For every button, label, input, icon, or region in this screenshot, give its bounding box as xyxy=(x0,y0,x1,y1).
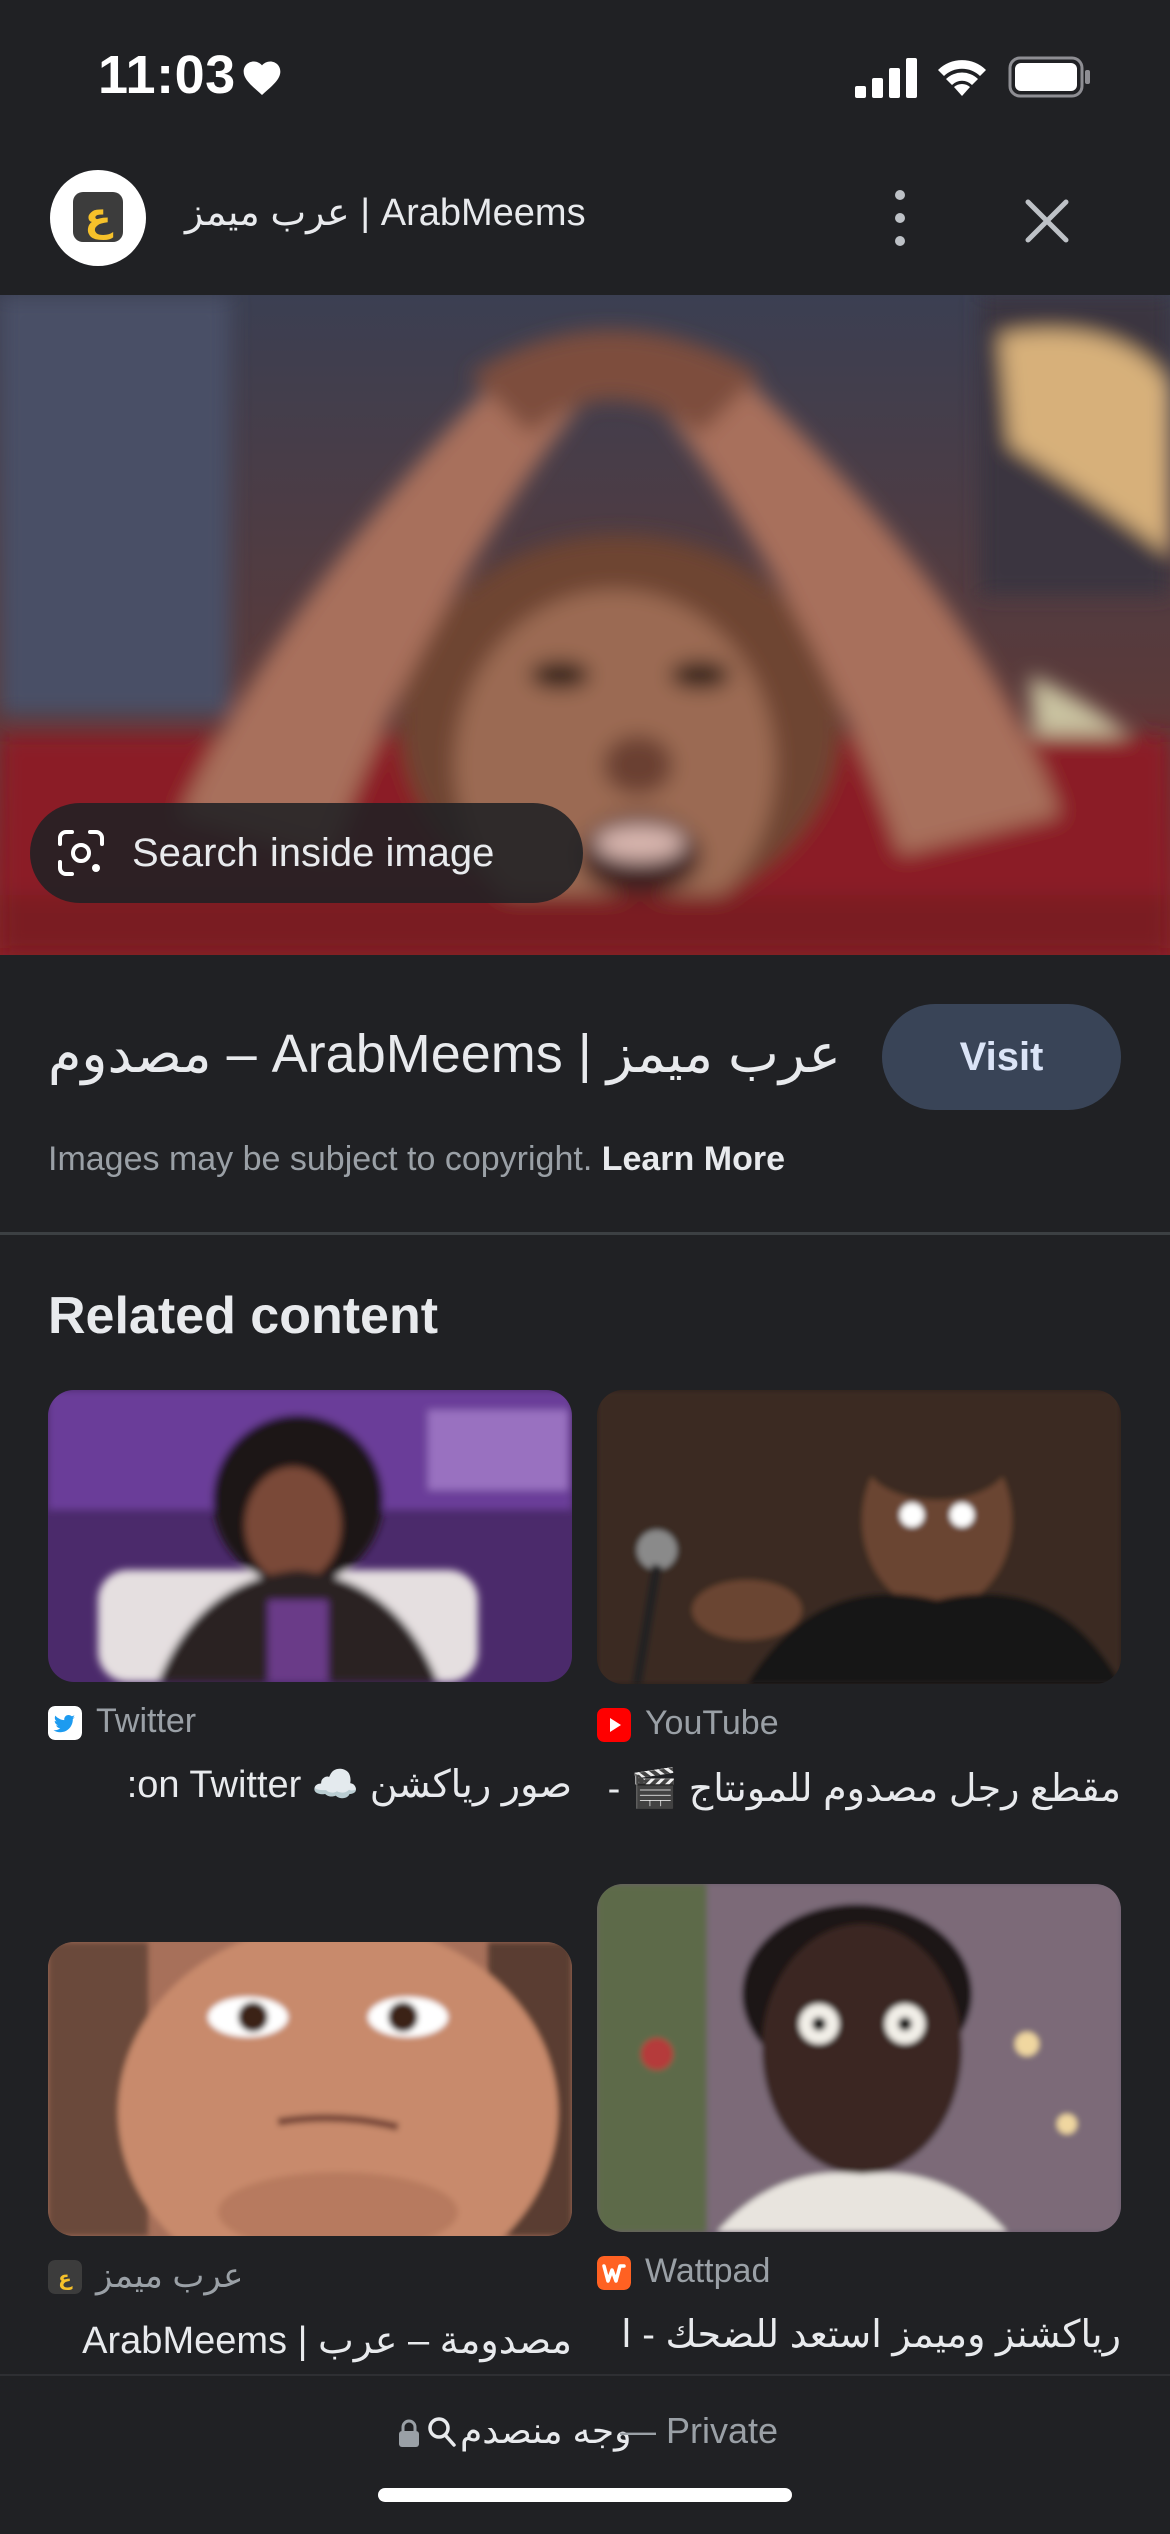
close-icon[interactable] xyxy=(1016,190,1078,252)
lock-icon xyxy=(399,2419,419,2447)
address-query[interactable]: وجه منصدم xyxy=(460,2410,632,2452)
visit-button[interactable]: Visit xyxy=(882,1004,1121,1110)
battery-icon xyxy=(1008,56,1090,98)
related-source: Twitter xyxy=(96,1702,197,1740)
related-caption[interactable]: رياكشنز وميمز استعد للضحك - ا xyxy=(597,2312,1121,2357)
address-separator: — xyxy=(620,2410,656,2451)
related-thumbnail[interactable] xyxy=(48,1942,572,2236)
arabmeems-icon: ع xyxy=(48,2260,82,2294)
address-private-label: — Private xyxy=(620,2410,778,2452)
address-bar[interactable] xyxy=(0,2374,1170,2534)
related-caption[interactable]: مقطع رجل مصدوم للمونتاج 🎬 - xyxy=(597,1766,1121,1811)
related-thumbnail[interactable] xyxy=(597,1884,1121,2232)
related-source: YouTube xyxy=(645,1704,779,1742)
site-logo-glyph: ع xyxy=(84,194,112,240)
related-thumbnail-image xyxy=(48,1390,572,1682)
youtube-icon xyxy=(597,1708,631,1742)
private-mode-label: Private xyxy=(666,2410,779,2451)
google-lens-icon xyxy=(58,830,104,876)
wifi-icon xyxy=(938,60,986,96)
copyright-notice: Images may be subject to copyright. Lear… xyxy=(48,1140,785,1179)
wattpad-icon xyxy=(597,2256,631,2290)
home-indicator[interactable] xyxy=(378,2488,792,2502)
more-vertical-icon[interactable] xyxy=(880,185,920,251)
copyright-text: Images may be subject to copyright. xyxy=(48,1140,593,1178)
related-thumbnail-image xyxy=(48,1942,572,2236)
site-logo[interactable]: ع xyxy=(50,170,146,266)
search-icon xyxy=(428,2417,456,2447)
result-title[interactable]: عرب ميمز | ArabMeems – مصدوم xyxy=(48,1022,841,1085)
search-inside-label: Search inside image xyxy=(132,831,495,875)
related-caption[interactable]: مصدومة – عرب | ArabMeems xyxy=(48,2318,572,2363)
heart-icon xyxy=(243,61,281,96)
twitter-icon xyxy=(48,1706,82,1740)
site-title[interactable]: عرب ميمز | ArabMeems xyxy=(185,190,586,235)
related-thumbnail-image xyxy=(597,1884,1121,2232)
related-source: عرب ميمز xyxy=(96,2257,244,2295)
related-thumbnail[interactable] xyxy=(48,1390,572,1682)
section-divider xyxy=(0,1232,1170,1235)
related-thumbnail-image xyxy=(597,1390,1121,1684)
related-thumbnail[interactable] xyxy=(597,1390,1121,1684)
related-caption[interactable]: صور رياكشن ☁️ on Twitter: xyxy=(48,1762,572,1807)
cellular-signal-icon xyxy=(855,58,917,98)
related-source: Wattpad xyxy=(645,2252,771,2290)
status-time: 11:03 xyxy=(98,45,236,105)
related-content-heading: Related content xyxy=(48,1287,439,1345)
site-logo-badge: ع xyxy=(73,192,123,242)
search-inside-image-button[interactable]: Search inside image xyxy=(30,803,583,903)
learn-more-link[interactable]: Learn More xyxy=(602,1140,785,1178)
svg-text:ع: ع xyxy=(58,2266,73,2290)
